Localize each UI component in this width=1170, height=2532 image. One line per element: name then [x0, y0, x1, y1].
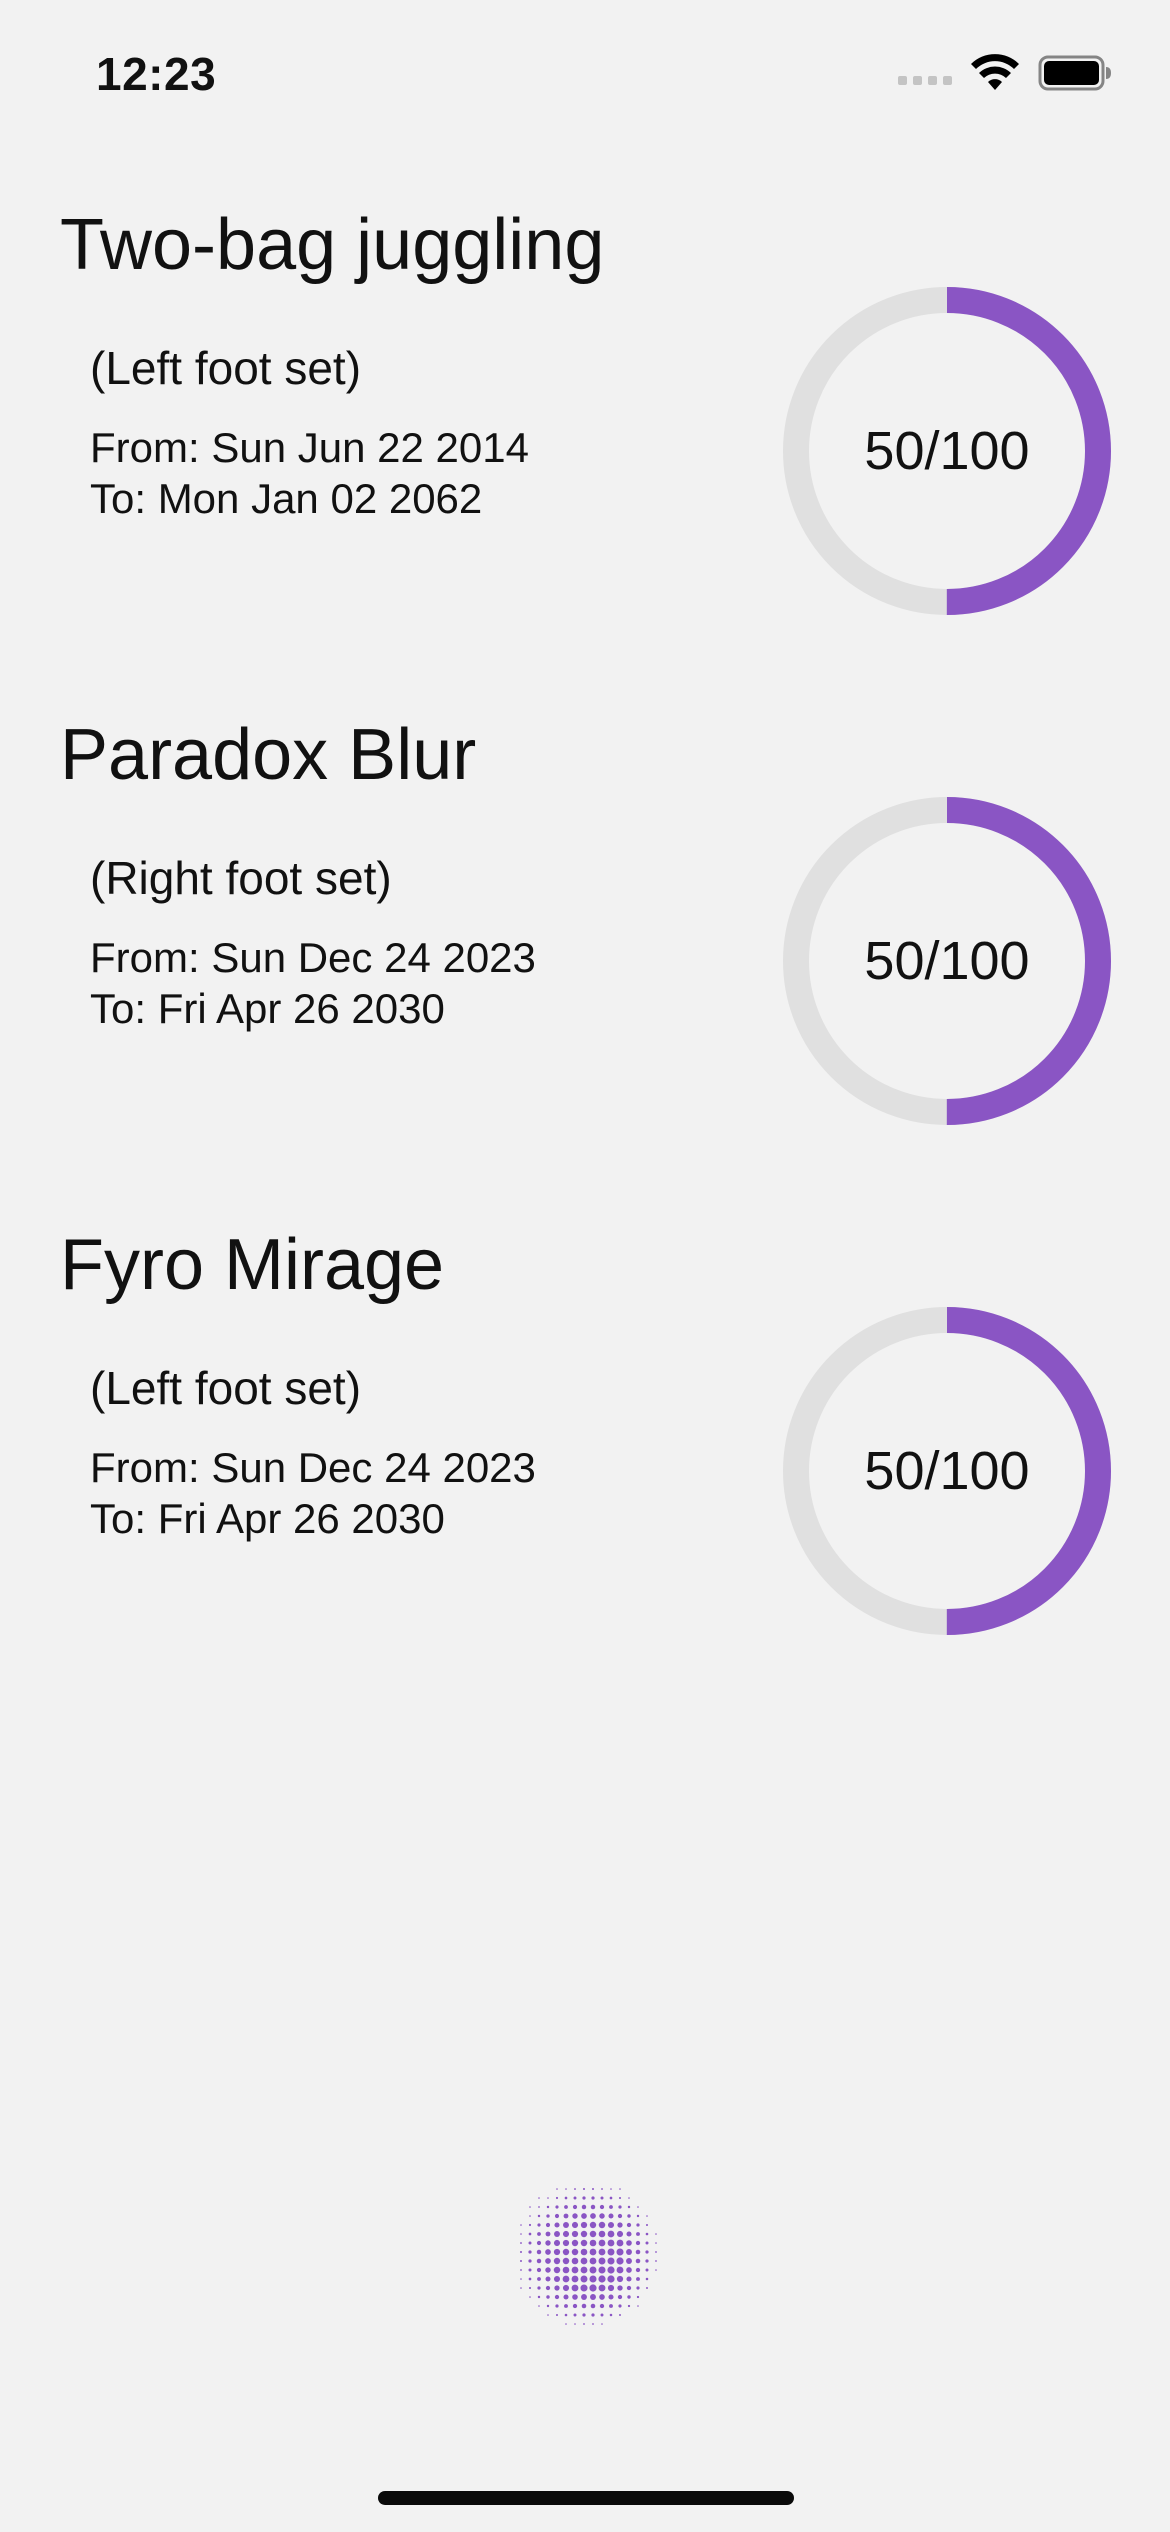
date-to: To: Fri Apr 26 2030: [90, 985, 445, 1032]
status-time: 12:23: [96, 48, 217, 100]
status-icons: [898, 48, 1112, 98]
skill-card[interactable]: Paradox Blur (Right foot set) From: Sun …: [0, 710, 1170, 1170]
progress-label: 50/100: [864, 931, 1030, 991]
progress-ring: 50/100: [782, 286, 1112, 616]
halftone-sphere-icon: [520, 2188, 657, 2325]
card-dates: From: Sun Jun 22 2014 To: Mon Jan 02 206…: [90, 422, 529, 524]
battery-icon: [1038, 54, 1112, 92]
date-from: From: Sun Dec 24 2023: [90, 1444, 536, 1491]
status-bar: 12:23: [0, 0, 1170, 140]
card-dates: From: Sun Dec 24 2023 To: Fri Apr 26 203…: [90, 1442, 536, 1544]
card-subtitle: (Right foot set): [90, 852, 392, 904]
progress-ring: 50/100: [782, 1306, 1112, 1636]
home-indicator[interactable]: [378, 2491, 794, 2505]
date-to: To: Fri Apr 26 2030: [90, 1495, 445, 1542]
date-to: To: Mon Jan 02 2062: [90, 475, 483, 522]
card-subtitle: (Left foot set): [90, 342, 362, 394]
date-from: From: Sun Dec 24 2023: [90, 934, 536, 981]
card-title: Fyro Mirage: [60, 1225, 445, 1305]
date-from: From: Sun Jun 22 2014: [90, 424, 529, 471]
progress-label: 50/100: [864, 421, 1030, 481]
card-title: Paradox Blur: [60, 715, 477, 795]
skill-card[interactable]: Two-bag juggling (Left foot set) From: S…: [0, 200, 1170, 660]
card-subtitle: (Left foot set): [90, 1362, 362, 1414]
wifi-icon: [970, 54, 1020, 92]
skill-card[interactable]: Fyro Mirage (Left foot set) From: Sun De…: [0, 1220, 1170, 1680]
progress-label: 50/100: [864, 1441, 1030, 1501]
card-dates: From: Sun Dec 24 2023 To: Fri Apr 26 203…: [90, 932, 536, 1034]
cellular-signal-icon: [898, 75, 952, 85]
card-title: Two-bag juggling: [60, 205, 605, 285]
halftone-sphere-button[interactable]: [508, 2176, 664, 2332]
progress-ring: 50/100: [782, 796, 1112, 1126]
